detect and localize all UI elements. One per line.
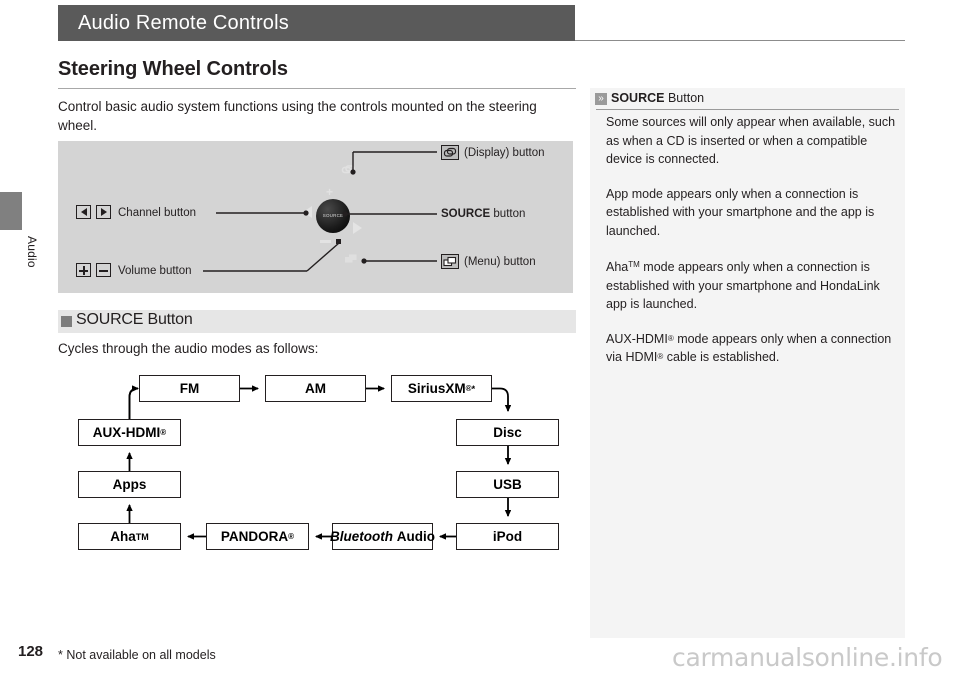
flow-node-aux-hdmi: AUX-HDMI ® bbox=[78, 419, 181, 446]
sidebar-title-bold: SOURCE bbox=[611, 91, 665, 105]
flow-node-aha: Aha TM bbox=[78, 523, 181, 550]
flow-node-bluetooth-audio: Bluetooth Audio bbox=[330, 523, 436, 550]
page-footnote: * Not available on all models bbox=[58, 648, 216, 662]
flow-node-siriusxm-text: SiriusXM bbox=[407, 381, 466, 396]
flow-node-aha-text: Aha bbox=[110, 529, 136, 544]
flow-node-fm: FM bbox=[139, 375, 240, 402]
flow-node-am: AM bbox=[265, 375, 366, 402]
registered-mark-icon: ® bbox=[657, 352, 664, 361]
flow-node-bluetooth-word: Bluetooth bbox=[330, 529, 393, 544]
sidebar-title: SOURCE Button bbox=[611, 91, 704, 105]
flow-node-usb: USB bbox=[456, 471, 559, 498]
watermark: carmanualsonline.info bbox=[672, 643, 943, 672]
trademark-mark-icon: TM bbox=[135, 531, 149, 542]
sidebar-paragraph-2: App mode appears only when a connection … bbox=[606, 186, 875, 238]
trademark-mark-icon: TM bbox=[628, 260, 640, 269]
flow-node-siriusxm: SiriusXM ® * bbox=[391, 375, 492, 402]
flow-node-pandora-text: PANDORA bbox=[220, 529, 289, 544]
flow-node-apps: Apps bbox=[78, 471, 181, 498]
sidebar-body: Some sources will only appear when avail… bbox=[606, 113, 900, 383]
page-number: 128 bbox=[18, 643, 44, 660]
sidebar-paragraph-4: AUX-HDMI® mode appears only when a conne… bbox=[606, 331, 892, 365]
sidebar-paragraph-3: AhaTM mode appears only when a connectio… bbox=[606, 260, 880, 311]
registered-mark-icon: ® bbox=[288, 532, 295, 541]
sidebar-divider bbox=[596, 109, 899, 110]
flow-node-audio-word: Audio bbox=[396, 529, 436, 544]
double-chevron-right-icon: » bbox=[595, 93, 607, 105]
sidebar-title-rest: Button bbox=[664, 91, 705, 105]
asterisk-mark: * bbox=[471, 383, 476, 394]
flow-node-aux-hdmi-text: AUX-HDMI bbox=[92, 425, 161, 440]
flow-node-ipod: iPod bbox=[456, 523, 559, 550]
registered-mark-icon: ® bbox=[667, 333, 674, 343]
registered-mark-icon: ® bbox=[160, 428, 167, 437]
sidebar-paragraph-1: Some sources will only appear when avail… bbox=[606, 115, 896, 166]
flow-node-pandora: PANDORA ® bbox=[206, 523, 309, 550]
flow-node-disc: Disc bbox=[456, 419, 559, 446]
